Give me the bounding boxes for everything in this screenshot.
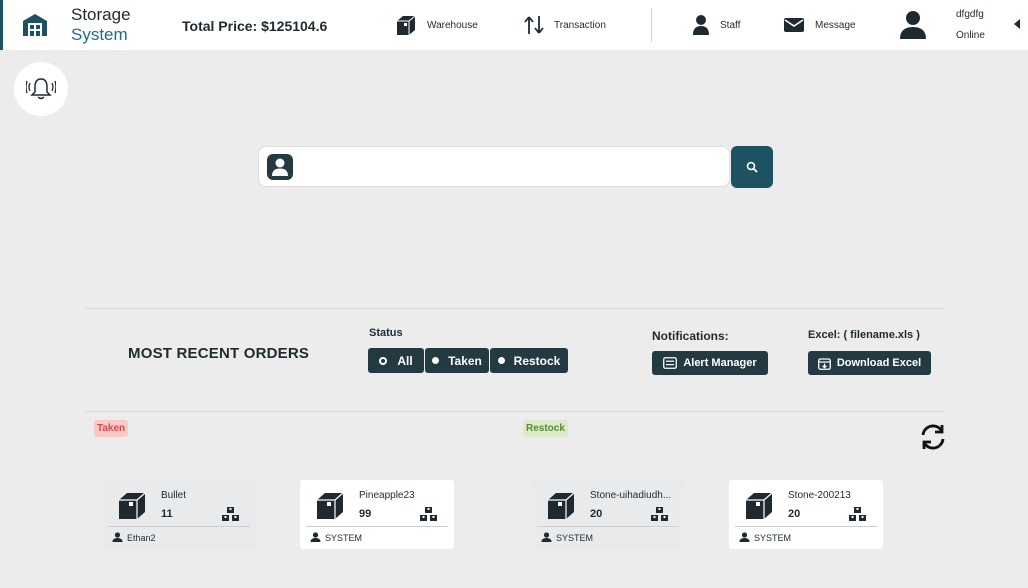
card-item-name: Stone-200213 [788, 490, 851, 501]
nav-message-label: Message [815, 19, 856, 31]
card-owner: SYSTEM [325, 533, 363, 543]
order-card[interactable]: Stone-uihadiudh... 20 SYSTEM [531, 480, 685, 549]
download-excel-button[interactable]: Download Excel [808, 351, 931, 375]
user-badge-icon [267, 154, 293, 180]
alert-manager-label: Alert Manager [683, 357, 757, 369]
order-card[interactable]: Stone-200213 20 SYSTEM [729, 480, 883, 549]
card-quantity: 99 [359, 508, 372, 520]
card-quantity: 20 [788, 508, 801, 520]
radio-dot-icon [497, 357, 505, 364]
search-bar [258, 146, 730, 187]
brand-line-2: System [71, 25, 128, 44]
card-owner: SYSTEM [556, 533, 594, 543]
radio-selected-icon [379, 356, 388, 365]
nav-staff[interactable]: Staff [692, 12, 740, 38]
person-icon [739, 532, 750, 542]
search-button[interactable] [731, 146, 773, 188]
download-excel-label: Download Excel [836, 357, 922, 369]
nav-warehouse[interactable]: Warehouse [395, 12, 478, 38]
nav-staff-label: Staff [720, 19, 741, 31]
radio-dot-icon [432, 357, 440, 364]
person-icon [693, 15, 709, 35]
card-divider [108, 526, 250, 527]
restock-badge: Restock [523, 420, 568, 437]
orders-title: MOST RECENT ORDERS [128, 345, 310, 362]
nav-message[interactable]: Message [783, 12, 856, 38]
transfer-arrows-icon [524, 16, 544, 34]
nav-warehouse-label: Warehouse [427, 19, 478, 31]
card-owner: SYSTEM [754, 533, 792, 543]
nav-divider [651, 8, 652, 42]
filter-all-label: All [397, 353, 413, 368]
box-icon [548, 492, 575, 519]
filter-restock-label: Restock [513, 353, 561, 368]
user-name: dfgdfg [956, 9, 984, 20]
person-icon [541, 532, 552, 542]
brand-title: Storage System [71, 5, 131, 45]
person-icon [310, 532, 321, 542]
taken-badge: Taken [94, 420, 129, 437]
brand-line-1: Storage [71, 5, 131, 24]
card-item-name: Bullet [161, 490, 187, 501]
card-divider [306, 526, 448, 527]
envelope-icon [784, 18, 804, 32]
total-price: Total Price: $125104.6 [182, 18, 328, 34]
excel-label: Excel: ( filename.xls ) [808, 329, 920, 341]
box-icon [746, 492, 773, 519]
top-bar: Storage System Total Price: $125104.6 Wa… [0, 0, 1028, 50]
person-icon [112, 532, 123, 542]
user-status: Online [956, 30, 985, 41]
alarm-button[interactable] [14, 62, 68, 116]
collapse-caret-icon[interactable] [1014, 19, 1020, 29]
filter-all-button[interactable]: All [368, 348, 424, 373]
card-item-name: Stone-uihadiudh... [590, 490, 672, 501]
nav-transaction[interactable]: Transaction [524, 12, 606, 38]
status-label: Status [369, 327, 403, 339]
search-input[interactable] [301, 147, 721, 186]
download-box-icon [817, 357, 831, 370]
alert-manager-button[interactable]: Alert Manager [652, 351, 768, 375]
card-divider [735, 526, 877, 527]
filter-restock-button[interactable]: Restock [490, 348, 568, 373]
message-list-icon [663, 357, 678, 369]
card-quantity: 11 [161, 508, 173, 520]
refresh-icon[interactable] [919, 423, 947, 451]
box-icon [119, 492, 146, 519]
notifications-label: Notifications: [652, 329, 729, 343]
stacked-boxes-icon [651, 507, 668, 521]
search-icon [746, 161, 758, 173]
card-divider [537, 526, 679, 527]
order-card[interactable]: Bullet 11 Ethan2 [102, 480, 256, 549]
order-card[interactable]: Pineapple23 99 SYSTEM [300, 480, 454, 549]
ringing-bell-icon [26, 78, 56, 100]
card-quantity: 20 [590, 508, 603, 520]
filter-taken-button[interactable]: Taken [425, 348, 489, 373]
filter-taken-label: Taken [448, 353, 482, 368]
section-divider-top [85, 308, 945, 309]
stacked-boxes-icon [222, 507, 239, 521]
card-owner: Ethan2 [127, 533, 156, 543]
section-divider-bottom [85, 411, 945, 412]
box-icon [397, 15, 416, 35]
box-icon [317, 492, 344, 519]
stacked-boxes-icon [849, 507, 866, 521]
nav-transaction-label: Transaction [554, 19, 606, 31]
user-avatar-icon[interactable] [899, 10, 927, 40]
warehouse-logo-icon[interactable] [22, 13, 48, 37]
stacked-boxes-icon [420, 507, 437, 521]
card-item-name: Pineapple23 [359, 490, 415, 501]
